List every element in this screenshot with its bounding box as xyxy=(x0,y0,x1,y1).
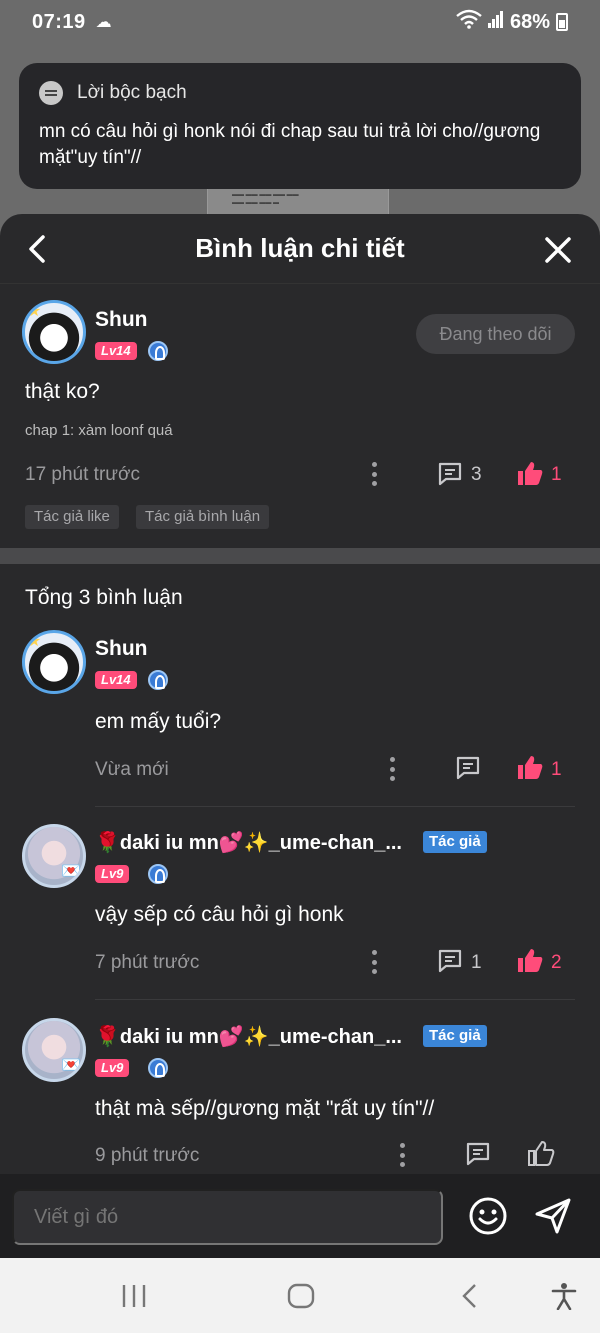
avatar[interactable]: ★ xyxy=(22,630,86,694)
verified-icon xyxy=(148,341,168,361)
username[interactable]: Shun xyxy=(95,308,148,332)
level-badge: Lv14 xyxy=(95,342,137,360)
like-count: 2 xyxy=(551,952,562,973)
battery-percent: 68% xyxy=(509,10,550,33)
more-icon[interactable] xyxy=(389,757,395,781)
notice-title: Lời bộc bạch xyxy=(77,82,187,103)
envelope-icon: 💌 xyxy=(61,1057,81,1074)
send-icon[interactable] xyxy=(533,1196,573,1236)
comment-input[interactable] xyxy=(12,1189,443,1245)
close-button[interactable] xyxy=(542,234,574,266)
wifi-icon xyxy=(456,9,482,35)
notice-header: Lời bộc bạch xyxy=(39,81,561,105)
reply-text: em mấy tuổi? xyxy=(95,710,222,733)
reply-text: thật mà sếp//gương mặt "rất uy tín"// xyxy=(95,1097,435,1120)
system-nav-bar xyxy=(0,1258,600,1333)
reply-text: vậy sếp có câu hỏi gì honk xyxy=(95,903,344,926)
reply-username[interactable]: 🌹daki iu mn💕✨_ume-chan_... xyxy=(95,830,402,855)
cloud-icon: ☁ xyxy=(95,14,112,31)
tag-author-like: Tác giả like xyxy=(25,505,119,529)
reply-count: 1 xyxy=(471,952,482,973)
like-icon[interactable] xyxy=(516,460,544,486)
message-icon xyxy=(39,81,63,105)
tag-author-comment: Tác giả bình luận xyxy=(136,505,270,529)
like-count: 1 xyxy=(551,464,562,485)
comment-icon[interactable] xyxy=(465,1141,491,1167)
like-outline-icon[interactable] xyxy=(527,1140,555,1166)
reply-divider xyxy=(95,999,575,1000)
section-divider xyxy=(0,548,600,564)
comment-text: thật ko? xyxy=(25,380,100,403)
more-icon[interactable] xyxy=(399,1143,405,1167)
status-time: 07:19 xyxy=(32,10,86,33)
envelope-icon: 💌 xyxy=(61,863,81,880)
page-title: Bình luận chi tiết xyxy=(195,233,405,263)
author-badge: Tác giả xyxy=(423,831,487,853)
reply-username[interactable]: Shun xyxy=(95,637,148,661)
comment-input-bar xyxy=(0,1174,600,1258)
reply-time: Vừa mới xyxy=(95,759,169,780)
reply-username[interactable]: 🌹daki iu mn💕✨_ume-chan_... xyxy=(95,1024,402,1049)
avatar[interactable]: ★ xyxy=(22,300,86,364)
status-bar: 07:19 ☁ 68% xyxy=(0,0,600,44)
comment-detail-sheet: Bình luận chi tiết ★ Shun Lv14 Đang theo… xyxy=(0,214,600,1258)
recents-icon[interactable] xyxy=(119,1282,149,1310)
like-icon[interactable] xyxy=(516,947,544,973)
reply-time: 7 phút trước xyxy=(95,952,200,973)
notice-body: mn có câu hỏi gì honk nói đi chap sau tu… xyxy=(39,121,541,168)
signal-icon xyxy=(487,10,504,34)
like-icon[interactable] xyxy=(516,754,544,780)
home-icon[interactable] xyxy=(286,1282,316,1310)
comment-icon[interactable] xyxy=(437,948,463,974)
emoji-icon[interactable] xyxy=(468,1196,508,1236)
follow-button[interactable]: Đang theo dõi xyxy=(416,314,575,354)
comment-time: 17 phút trước xyxy=(25,464,140,485)
status-right: 68% xyxy=(456,9,568,35)
crown-icon: ★ xyxy=(27,303,42,320)
reply-divider xyxy=(95,806,575,807)
avatar[interactable]: 💌 xyxy=(22,824,86,888)
level-badge: Lv9 xyxy=(95,1059,130,1077)
back-nav-icon[interactable] xyxy=(455,1282,485,1310)
chevron-left-icon xyxy=(29,235,45,263)
level-badge: Lv14 xyxy=(95,671,137,689)
crown-icon: ★ xyxy=(27,633,42,650)
author-badge: Tác giả xyxy=(423,1025,487,1047)
battery-icon xyxy=(556,13,568,31)
verified-icon xyxy=(148,1058,168,1078)
level-badge: Lv9 xyxy=(95,865,130,883)
comment-icon[interactable] xyxy=(455,755,481,781)
more-icon[interactable] xyxy=(371,462,377,486)
accessibility-icon[interactable] xyxy=(549,1282,579,1310)
more-icon[interactable] xyxy=(371,950,377,974)
avatar[interactable]: 💌 xyxy=(22,1018,86,1082)
like-count: 1 xyxy=(551,759,562,780)
sheet-header: Bình luận chi tiết xyxy=(0,214,600,284)
reply-count: 3 xyxy=(471,464,482,485)
reply-time: 9 phút trước xyxy=(95,1145,200,1166)
notice-popup[interactable]: Lời bộc bạch mn có câu hỏi gì honk nói đ… xyxy=(19,63,581,189)
verified-icon xyxy=(148,864,168,884)
back-button[interactable] xyxy=(22,232,52,266)
comment-icon[interactable] xyxy=(437,461,463,487)
comment-context[interactable]: chap 1: xàm loonf quá xyxy=(25,422,173,439)
close-icon xyxy=(545,237,571,263)
total-comments: Tổng 3 bình luận xyxy=(25,586,183,609)
verified-icon xyxy=(148,670,168,690)
